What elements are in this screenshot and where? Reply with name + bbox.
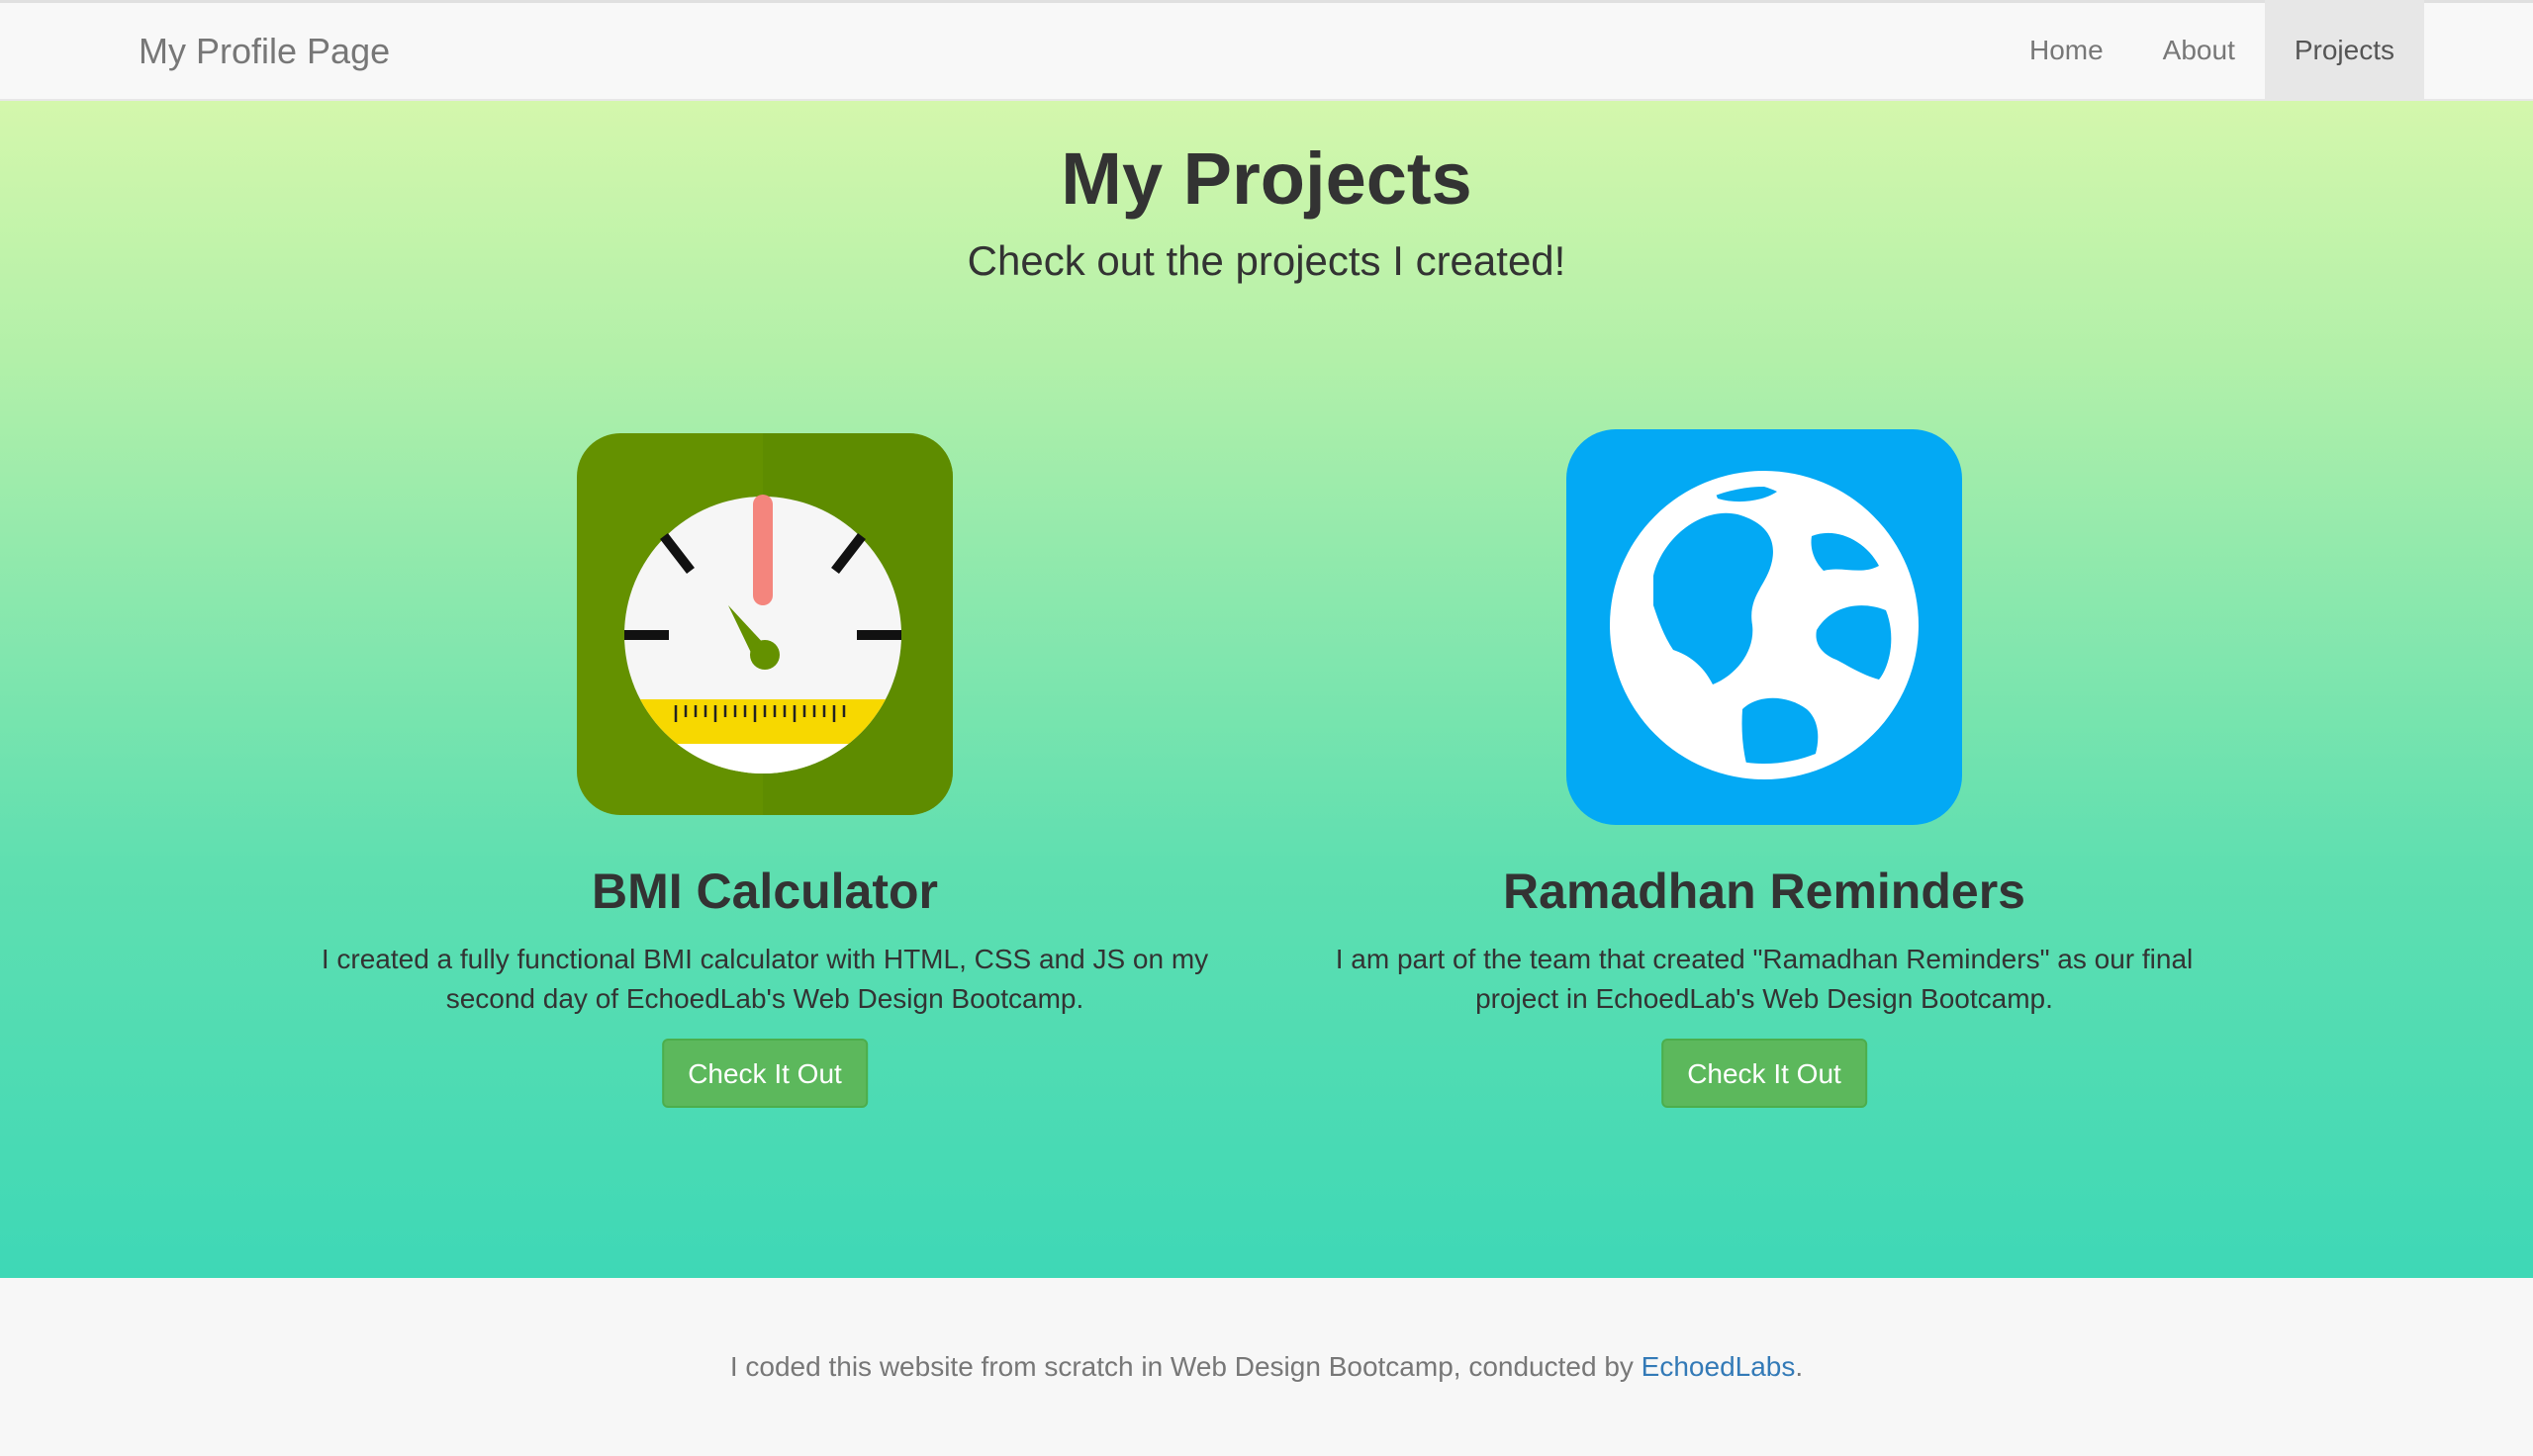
footer-text-before: I coded this website from scratch in Web… <box>729 1351 1642 1382</box>
nav-item-about[interactable]: About <box>2133 0 2265 101</box>
project-card-ramadhan: Ramadhan Reminders I am part of the team… <box>1289 427 2239 1108</box>
echoedlabs-link[interactable]: EchoedLabs <box>1642 1351 1796 1382</box>
globe-icon <box>1566 429 1962 825</box>
bmi-scale-icon <box>577 433 953 815</box>
footer-text: I coded this website from scratch in Web… <box>0 1278 2533 1456</box>
project-title: BMI Calculator <box>591 864 939 919</box>
nav-item-projects[interactable]: Projects <box>2264 0 2424 101</box>
project-description: I created a fully functional BMI calcula… <box>321 944 1209 1014</box>
footer-text-after: . <box>1795 1351 1804 1382</box>
check-it-out-button-ramadhan[interactable]: Check It Out <box>1661 1039 1867 1108</box>
project-description: I am part of the team that created "Rama… <box>1335 944 2194 1014</box>
page-subtitle: Check out the projects I created! <box>967 237 1566 284</box>
top-navbar: My Profile Page Home About Projects <box>0 0 2533 101</box>
projects-section: My Projects Check out the projects I cre… <box>0 101 2533 1278</box>
nav-item-home[interactable]: Home <box>2000 0 2133 101</box>
page-footer: I coded this website from scratch in Web… <box>0 1278 2533 1438</box>
project-title: Ramadhan Reminders <box>1503 864 2025 919</box>
page-title: My Projects <box>1061 137 1472 220</box>
check-it-out-button-bmi[interactable]: Check It Out <box>662 1039 868 1108</box>
navbar-menu: Home About Projects <box>2000 0 2424 101</box>
project-card-bmi: BMI Calculator I created a fully functio… <box>290 427 1240 1108</box>
navbar-brand[interactable]: My Profile Page <box>139 3 390 99</box>
